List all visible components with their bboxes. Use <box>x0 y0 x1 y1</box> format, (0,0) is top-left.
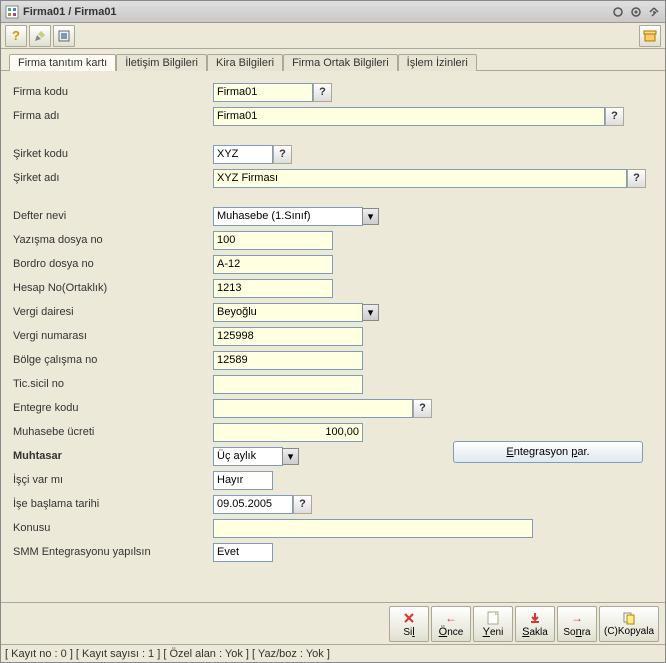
chevron-down-icon: ▾ <box>362 304 379 321</box>
label-ise-baslama: İşe başlama tarihi <box>13 498 213 510</box>
help-sirket-adi[interactable]: ? <box>627 169 646 188</box>
help-entegre[interactable]: ? <box>413 399 432 418</box>
label-bordro: Bordro dosya no <box>13 258 213 270</box>
help-sirket-kodu[interactable]: ? <box>273 145 292 164</box>
input-entegre[interactable] <box>213 399 413 418</box>
save-icon <box>528 610 542 626</box>
input-firma-adi[interactable]: Firma01 <box>213 107 605 126</box>
yeni-button[interactable]: Yeni <box>473 606 513 642</box>
select-muhtasar[interactable]: Üç aylık ▾ <box>213 447 299 466</box>
tab-islem[interactable]: İşlem İzinleri <box>398 54 477 71</box>
window-frame: Firma01 / Firma01 ? Firma tanıtım kartı … <box>0 0 666 663</box>
label-muhtasar: Muhtasar <box>13 450 213 462</box>
label-isci: İşçi var mı <box>13 474 213 486</box>
input-muhasebe-ucret[interactable]: 100,00 <box>213 423 363 442</box>
close-button[interactable] <box>647 5 661 19</box>
arrow-left-icon: ← <box>445 610 457 626</box>
label-firma-adi: Firma adı <box>13 110 213 122</box>
input-smm[interactable]: Evet <box>213 543 273 562</box>
label-entegre: Entegre kodu <box>13 402 213 414</box>
tab-kira[interactable]: Kira Bilgileri <box>207 54 283 71</box>
help-ise-baslama[interactable]: ? <box>293 495 312 514</box>
sil-button[interactable]: Sil <box>389 606 429 642</box>
input-sirket-adi[interactable]: XYZ Firması <box>213 169 627 188</box>
delete-icon <box>402 610 416 626</box>
minimize-button[interactable] <box>611 5 625 19</box>
select-vergi-dairesi[interactable]: Beyoğlu ▾ <box>213 303 379 322</box>
input-ticsicil[interactable] <box>213 375 363 394</box>
input-vergi-no[interactable]: 125998 <box>213 327 363 346</box>
sonra-button[interactable]: → Sonra <box>557 606 597 642</box>
title-bar: Firma01 / Firma01 <box>1 1 665 23</box>
label-smm: SMM Entegrasyonu yapılsın <box>13 546 213 558</box>
window-controls <box>611 5 661 19</box>
label-bolge: Bölge çalışma no <box>13 354 213 366</box>
label-hesap-no: Hesap No(Ortaklık) <box>13 282 213 294</box>
input-bordro[interactable]: A-12 <box>213 255 333 274</box>
main-toolbar: ? <box>1 23 665 49</box>
input-isci[interactable]: Hayır <box>213 471 273 490</box>
status-text: [ Kayıt no : 0 ] [ Kayıt sayısı : 1 ] [ … <box>5 648 330 660</box>
kopyala-label: (C)Kopyala <box>604 626 654 637</box>
tab-firma-tanitim[interactable]: Firma tanıtım kartı <box>9 54 116 71</box>
new-icon <box>487 610 499 626</box>
input-firma-kodu[interactable]: Firma01 <box>213 83 313 102</box>
sil-label: Sil <box>403 626 414 638</box>
sakla-label: Sakla <box>522 626 548 638</box>
input-bolge[interactable]: 12589 <box>213 351 363 370</box>
input-hesap-no[interactable]: 1213 <box>213 279 333 298</box>
label-firma-kodu: Firma kodu <box>13 86 213 98</box>
chevron-down-icon: ▾ <box>362 208 379 225</box>
label-vergi-dairesi: Vergi dairesi <box>13 306 213 318</box>
input-yazisma[interactable]: 100 <box>213 231 333 250</box>
sakla-button[interactable]: Sakla <box>515 606 555 642</box>
tab-ortak[interactable]: Firma Ortak Bilgileri <box>283 54 398 71</box>
status-bar: [ Kayıt no : 0 ] [ Kayıt sayısı : 1 ] [ … <box>1 644 665 662</box>
entegrasyon-button[interactable]: Entegrasyon par. <box>453 441 643 463</box>
once-button[interactable]: ← Önce <box>431 606 471 642</box>
tab-bar: Firma tanıtım kartı İletişim Bilgileri K… <box>1 49 665 71</box>
label-sirket-adi: Şirket adı <box>13 172 213 184</box>
help-firma-kodu[interactable]: ? <box>313 83 332 102</box>
edit-toolbar-button[interactable] <box>29 25 51 47</box>
input-konusu[interactable] <box>213 519 533 538</box>
maximize-button[interactable] <box>629 5 643 19</box>
help-firma-adi[interactable]: ? <box>605 107 624 126</box>
input-sirket-kodu[interactable]: XYZ <box>213 145 273 164</box>
arrow-right-icon: → <box>571 610 583 626</box>
label-vergi-no: Vergi numarası <box>13 330 213 342</box>
kopyala-button[interactable]: (C)Kopyala <box>599 606 659 642</box>
help-toolbar-button[interactable]: ? <box>5 25 27 47</box>
sonra-label: Sonra <box>563 626 590 638</box>
yeni-label: Yeni <box>483 626 504 638</box>
window-title: Firma01 / Firma01 <box>23 6 611 18</box>
app-icon <box>5 5 19 19</box>
chevron-down-icon: ▾ <box>282 448 299 465</box>
label-muhasebe-ucret: Muhasebe ücreti <box>13 426 213 438</box>
tab-iletisim[interactable]: İletişim Bilgileri <box>116 54 207 71</box>
label-konusu: Konusu <box>13 522 213 534</box>
entegrasyon-label: Entegrasyon par. <box>506 446 589 458</box>
label-sirket-kodu: Şirket kodu <box>13 148 213 160</box>
copy-icon <box>622 610 636 626</box>
action-toolbar: Sil ← Önce Yeni Sakla → Sonra (C)Kopyala <box>1 602 665 644</box>
view-toolbar-button[interactable] <box>53 25 75 47</box>
settings-toolbar-button[interactable] <box>639 25 661 47</box>
form-panel: Firma kodu Firma01 ? Firma adı Firma01 ?… <box>1 71 665 602</box>
input-ise-baslama[interactable]: 09.05.2005 <box>213 495 293 514</box>
label-yazisma: Yazışma dosya no <box>13 234 213 246</box>
select-defter-nevi[interactable]: Muhasebe (1.Sınıf) ▾ <box>213 207 379 226</box>
label-ticsicil: Tic.sicil no <box>13 378 213 390</box>
label-defter-nevi: Defter nevi <box>13 210 213 222</box>
once-label: Önce <box>439 626 464 638</box>
